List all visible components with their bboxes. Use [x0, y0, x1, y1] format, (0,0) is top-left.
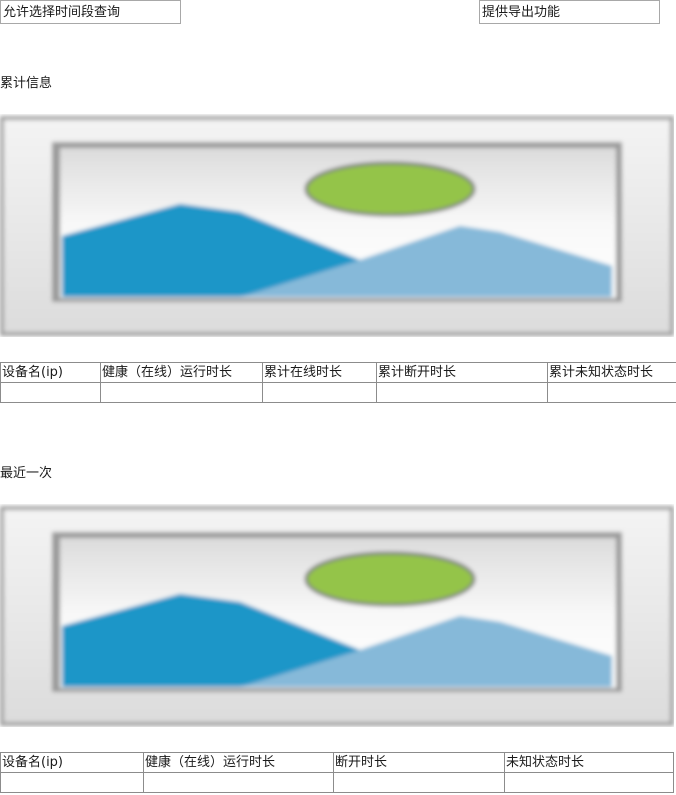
column-header: 累计未知状态时长 — [547, 362, 676, 383]
table-cell — [262, 382, 377, 403]
page: 允许选择时间段查询 提供导出功能 累计信息 设备名(ip) 健康（在线）运行时长… — [0, 0, 676, 795]
image-placeholder-icon — [0, 504, 674, 727]
table-cell — [143, 772, 334, 793]
column-header: 累计在线时长 — [262, 362, 377, 383]
column-header: 健康（在线）运行时长 — [100, 362, 263, 383]
column-header: 累计断开时长 — [376, 362, 548, 383]
export-button[interactable]: 提供导出功能 — [479, 0, 660, 24]
table-header-row: 设备名(ip) 健康（在线）运行时长 累计在线时长 累计断开时长 累计未知状态时… — [0, 362, 676, 383]
cumulative-info-table: 设备名(ip) 健康（在线）运行时长 累计在线时长 累计断开时长 累计未知状态时… — [0, 362, 676, 403]
table-row — [0, 382, 676, 403]
recent-info-table: 设备名(ip) 健康（在线）运行时长 断开时长 未知状态时长 — [0, 752, 674, 793]
table-header-row: 设备名(ip) 健康（在线）运行时长 断开时长 未知状态时长 — [0, 752, 674, 773]
table-cell — [0, 772, 144, 793]
column-header: 设备名(ip) — [0, 362, 101, 383]
column-header: 未知状态时长 — [504, 752, 674, 773]
table-cell — [376, 382, 548, 403]
table-cell — [100, 382, 263, 403]
column-header: 健康（在线）运行时长 — [143, 752, 334, 773]
table-cell — [0, 382, 101, 403]
cumulative-info-heading: 累计信息 — [0, 76, 53, 91]
table-cell — [504, 772, 674, 793]
column-header: 设备名(ip) — [0, 752, 144, 773]
image-placeholder-icon — [0, 114, 674, 337]
table-cell — [547, 382, 676, 403]
recent-info-heading: 最近一次 — [0, 466, 53, 481]
time-range-query-button[interactable]: 允许选择时间段查询 — [0, 0, 181, 24]
table-row — [0, 772, 674, 793]
table-cell — [333, 772, 505, 793]
column-header: 断开时长 — [333, 752, 505, 773]
